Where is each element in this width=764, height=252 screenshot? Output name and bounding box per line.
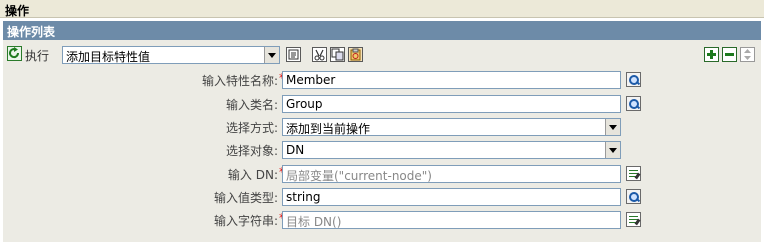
class-name-label: 输入类名:	[225, 98, 278, 112]
string-label-box: 输入字符串:	[63, 211, 278, 229]
chevron-down-icon[interactable]	[605, 119, 620, 135]
attr-name-label: 输入特性名称:	[201, 74, 278, 88]
value-type-input[interactable]: string	[282, 188, 621, 206]
add-icon[interactable]	[704, 47, 719, 62]
target-label-box: 选择对象:	[63, 141, 278, 159]
execute-label: 执行	[25, 49, 50, 63]
string-input[interactable]: 目标 DN()	[282, 211, 621, 229]
value-type-label-box: 输入值类型:	[63, 188, 278, 206]
attr-name-value: Member	[286, 73, 336, 87]
mode-label: 选择方式:	[225, 121, 278, 135]
class-name-label-box: 输入类名:	[63, 95, 278, 113]
section-title: 操作	[5, 4, 30, 18]
action-type-select[interactable]: 添加目标特性值	[62, 46, 280, 64]
dn-label-box: 输入 DN:	[63, 165, 278, 183]
action-type-value: 添加目标特性值	[66, 50, 151, 64]
target-value: DN	[286, 143, 305, 157]
string-value: 目标 DN()	[286, 215, 342, 229]
search-icon[interactable]	[626, 96, 641, 111]
mode-value: 添加到当前操作	[286, 122, 371, 136]
class-name-value: Group	[286, 97, 323, 111]
dn-input[interactable]: 局部变量("current-node")	[282, 165, 621, 183]
refresh-icon[interactable]	[7, 46, 22, 61]
action-panel: 执行 添加目标特性值 输入特性名称: Member 输入类名: Group 选择…	[3, 40, 761, 242]
argument-builder-icon[interactable]	[626, 166, 641, 181]
search-icon[interactable]	[626, 72, 641, 87]
value-type-label: 输入值类型:	[213, 191, 278, 205]
chevron-down-icon[interactable]	[605, 142, 620, 158]
class-name-input[interactable]: Group	[282, 95, 621, 113]
attr-name-input[interactable]: Member	[282, 71, 621, 89]
copy-icon[interactable]	[330, 47, 345, 62]
argument-builder-icon[interactable]	[626, 212, 641, 227]
search-icon[interactable]	[626, 189, 641, 204]
target-label: 选择对象:	[225, 144, 278, 158]
mode-label-box: 选择方式:	[63, 118, 278, 136]
move-icon[interactable]	[740, 47, 755, 62]
action-list-header: 操作列表	[3, 21, 761, 40]
chevron-down-icon[interactable]	[264, 47, 279, 63]
value-type-value: string	[286, 190, 321, 204]
section-header: 操作	[0, 0, 764, 18]
dn-value: 局部变量("current-node")	[286, 169, 432, 183]
attr-name-label-box: 输入特性名称:	[63, 71, 278, 89]
dn-label: 输入 DN:	[227, 168, 278, 182]
cut-icon[interactable]	[312, 47, 327, 62]
action-list-title: 操作列表	[7, 25, 56, 39]
target-select[interactable]: DN	[282, 141, 621, 159]
string-label: 输入字符串:	[213, 214, 278, 228]
paste-icon[interactable]	[348, 47, 363, 62]
remove-icon[interactable]	[722, 47, 737, 62]
mode-select[interactable]: 添加到当前操作	[282, 118, 621, 136]
help-icon[interactable]	[286, 47, 301, 62]
